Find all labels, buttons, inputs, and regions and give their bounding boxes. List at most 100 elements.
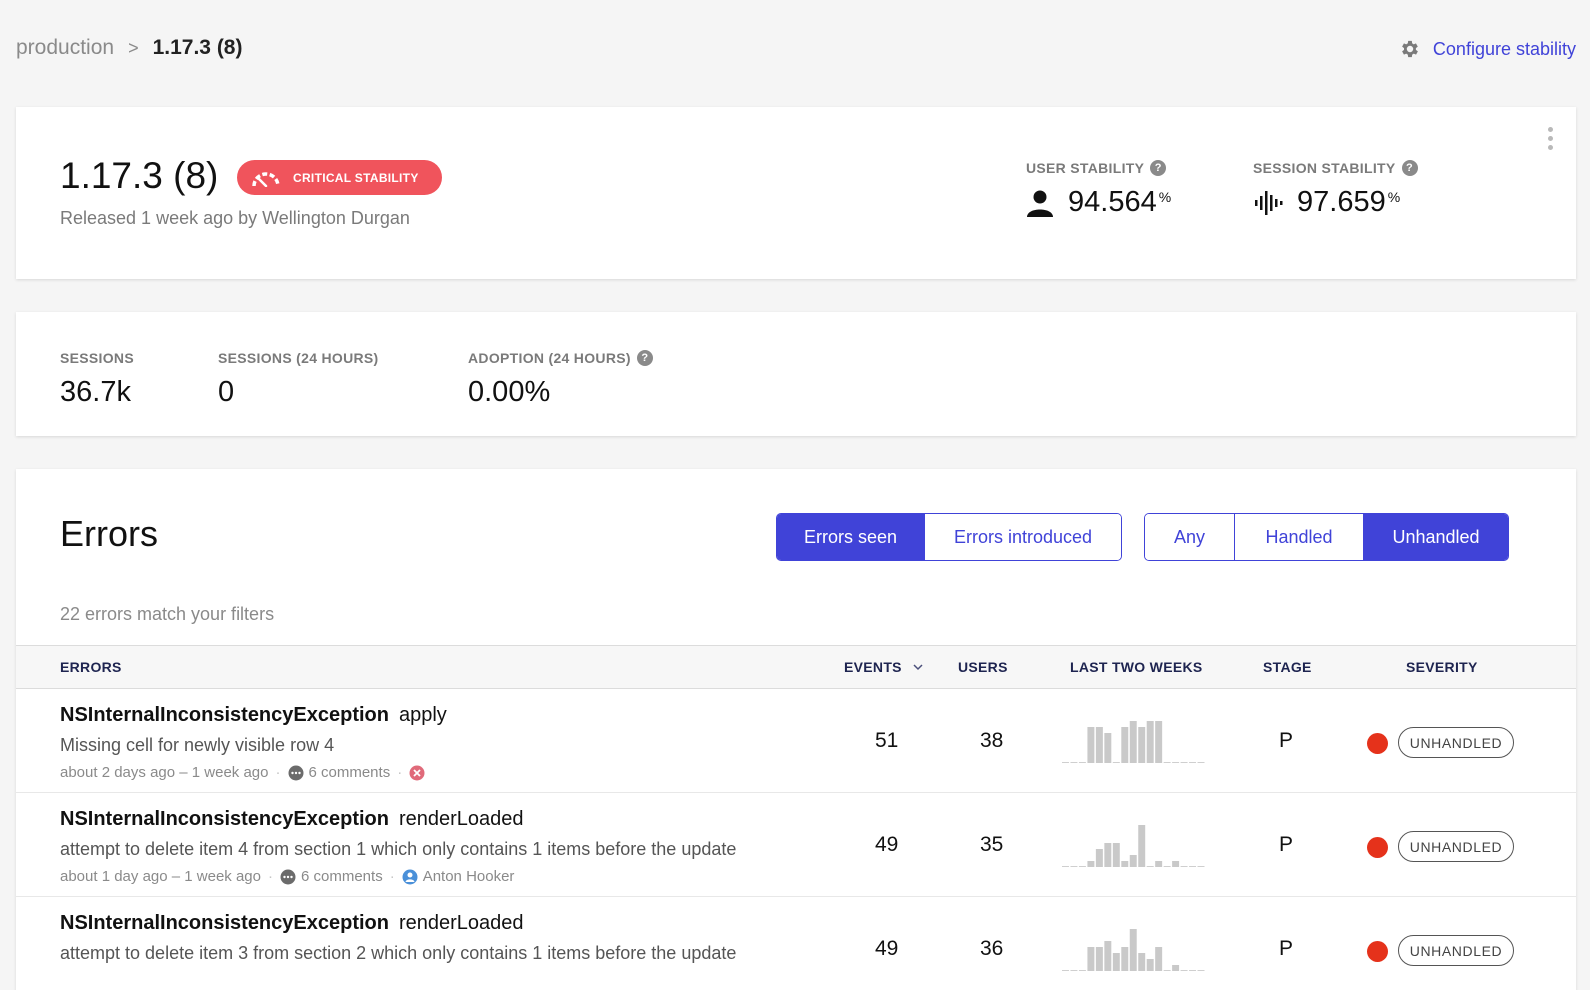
metric-adoption-24h: ADOPTION (24 HOURS) ? 0.00%: [468, 350, 653, 409]
error-stage: P: [1279, 937, 1294, 960]
trend-bar: [1172, 861, 1180, 867]
error-message: attempt to delete item 4 from section 1 …: [60, 839, 737, 859]
critical-stability-badge: CRITICAL STABILITY: [237, 160, 442, 195]
trend-baseline-mark: [1062, 762, 1069, 763]
comment-icon: [288, 765, 303, 780]
errors-seen-button[interactable]: Errors seen: [777, 514, 925, 560]
metric-label: ADOPTION (24 HOURS): [468, 350, 631, 366]
metric-value: 0.00%: [468, 376, 551, 408]
trend-bar: [1129, 855, 1137, 867]
trend-baseline-mark: [1189, 866, 1197, 867]
trend-baseline-mark: [1163, 866, 1171, 867]
trend-bar: [1112, 953, 1120, 971]
error-message: Missing cell for newly visible row 4: [60, 735, 335, 755]
trend-baseline-mark: [1078, 762, 1086, 763]
table-row[interactable]: NSInternalInconsistencyException apply Mi…: [16, 689, 1576, 793]
filter-handled-button[interactable]: Handled: [1235, 514, 1364, 560]
error-users: 38: [980, 729, 1004, 752]
trend-bar: [1172, 965, 1180, 971]
session-stability-label: SESSION STABILITY: [1253, 160, 1396, 176]
trend-bar: [1155, 947, 1163, 971]
trend-baseline-mark: [1172, 762, 1180, 763]
error-assignee[interactable]: Anton Hooker: [423, 868, 515, 885]
filter-match-count: 22 errors match your filters: [60, 604, 275, 624]
trend-baseline-mark: [1180, 762, 1188, 763]
error-context: apply: [398, 704, 447, 726]
error-class: NSInternalInconsistencyException: [60, 808, 389, 830]
severity-badge: UNHANDLED: [1398, 831, 1514, 862]
release-info: Released 1 week ago by Wellington Durgan: [60, 208, 410, 228]
trend-bar: [1121, 947, 1129, 971]
user-stability: USER STABILITY ? 94.564 %: [1026, 160, 1171, 219]
user-stability-label: USER STABILITY: [1026, 160, 1145, 176]
filter-unhandled-button[interactable]: Unhandled: [1364, 514, 1508, 560]
trend-bar: [1095, 947, 1103, 971]
error-users: 35: [980, 833, 1004, 856]
trend-baseline-mark: [1062, 866, 1069, 867]
error-class: NSInternalInconsistencyException: [60, 704, 389, 726]
trend-baseline-mark: [1189, 970, 1197, 971]
trend-bar: [1138, 953, 1146, 971]
release-title: 1.17.3 (8): [60, 155, 219, 196]
page-header: production > 1.17.3 (8) Configure stabil…: [16, 34, 1576, 64]
breadcrumb: production > 1.17.3 (8): [16, 36, 242, 60]
error-name[interactable]: NSInternalInconsistencyException renderLo…: [60, 808, 524, 831]
ticket-error-icon[interactable]: [409, 765, 425, 781]
assignee-icon: [402, 869, 418, 884]
column-errors: ERRORS: [60, 659, 122, 675]
trend-baseline-mark: [1180, 866, 1188, 867]
handled-filter-toggle: Any Handled Unhandled: [1144, 513, 1509, 561]
error-stage: P: [1279, 833, 1294, 856]
badge-label: CRITICAL STABILITY: [293, 170, 419, 185]
column-events[interactable]: EVENTS: [844, 659, 924, 675]
metric-sessions: SESSIONS 36.7k: [60, 350, 134, 409]
filter-any-button[interactable]: Any: [1145, 514, 1235, 560]
error-comments[interactable]: 6 comments: [301, 868, 383, 885]
column-events-label: EVENTS: [844, 659, 902, 675]
trend-baseline-mark: [1163, 762, 1171, 763]
error-meta: about 2 days ago – 1 week ago · 6 commen…: [60, 764, 430, 781]
trend-bar: [1104, 733, 1112, 763]
trend-baseline-mark: [1146, 866, 1154, 867]
error-name[interactable]: NSInternalInconsistencyException renderLo…: [60, 912, 524, 935]
trend-baseline-mark: [1070, 866, 1078, 867]
configure-stability-link[interactable]: Configure stability: [1399, 38, 1576, 60]
severity-error-dot: [1367, 941, 1388, 962]
breadcrumb-parent-link[interactable]: production: [16, 36, 114, 60]
gear-icon: [1402, 40, 1418, 58]
metric-value: 0: [218, 376, 235, 408]
activity-icon: [1255, 190, 1283, 215]
error-time-range: about 2 days ago – 1 week ago: [60, 764, 269, 781]
trend-bar: [1138, 727, 1146, 763]
column-last-two-weeks: LAST TWO WEEKS: [1070, 659, 1203, 675]
errors-introduced-button[interactable]: Errors introduced: [925, 514, 1121, 560]
trend-bar: [1121, 727, 1129, 763]
severity-error-dot: [1367, 837, 1388, 858]
error-comments[interactable]: 6 comments: [309, 764, 391, 781]
comment-icon: [280, 869, 296, 884]
errors-title: Errors: [60, 513, 158, 554]
error-name[interactable]: NSInternalInconsistencyException apply: [60, 704, 447, 727]
column-users[interactable]: USERS: [958, 659, 1008, 675]
trend-baseline-mark: [1070, 970, 1078, 971]
trend-baseline-mark: [1197, 970, 1205, 971]
trend-baseline-mark: [1197, 762, 1205, 763]
table-row[interactable]: NSInternalInconsistencyException renderLo…: [16, 897, 1576, 990]
error-stage: P: [1279, 729, 1294, 752]
release-summary-card: 1.17.3 (8) CRITICAL STABILITY Released 1…: [16, 107, 1576, 279]
help-icon[interactable]: ?: [1150, 160, 1167, 176]
trend-bar: [1087, 861, 1095, 867]
metric-sessions-24h: SESSIONS (24 HOURS) 0: [218, 350, 379, 409]
trend-bar: [1087, 727, 1095, 763]
error-events: 49: [875, 833, 899, 856]
help-icon[interactable]: ?: [636, 350, 653, 366]
trend-sparkline: [1062, 929, 1205, 971]
help-icon[interactable]: ?: [1401, 160, 1418, 176]
metric-label: SESSIONS (24 HOURS): [218, 350, 379, 366]
trend-baseline-mark: [1189, 762, 1197, 763]
user-icon: [1027, 190, 1053, 217]
column-stage: STAGE: [1263, 659, 1312, 675]
trend-bar: [1129, 929, 1137, 971]
table-row[interactable]: NSInternalInconsistencyException renderLo…: [16, 793, 1576, 897]
more-options-icon[interactable]: [1548, 127, 1554, 154]
